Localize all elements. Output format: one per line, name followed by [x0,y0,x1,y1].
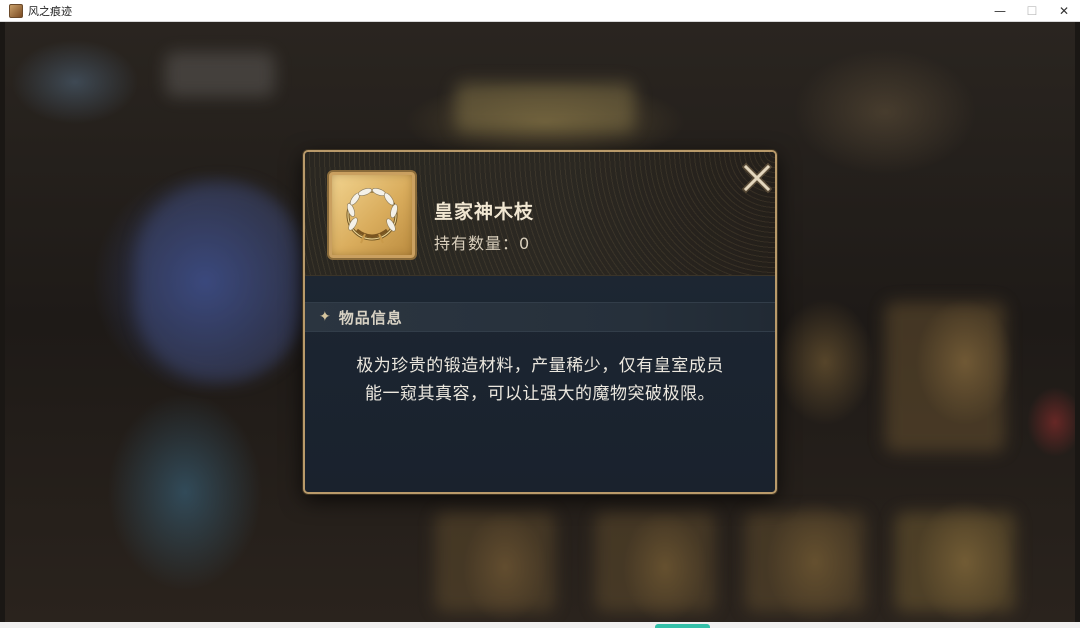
restore-button[interactable]: ☐ [1016,0,1048,22]
sparkle-icon: ✦ [319,309,331,325]
description-line: 极为珍贵的锻造材料，产量稀少，仅有皇室成员 [356,356,724,376]
background-character [135,182,305,382]
background-card [595,512,715,612]
window-titlebar: 风之痕迹 — ☐ ✕ [0,0,1080,22]
section-title: 物品信息 [338,308,403,327]
window-controls: — ☐ ✕ [984,0,1080,22]
close-window-button[interactable]: ✕ [1048,0,1080,22]
dialog-header: 皇家神木枝 持有数量：0 [305,152,775,276]
item-icon-frame [327,170,417,260]
window-title: 风之痕迹 [28,4,72,18]
laurel-wreath-icon [346,188,398,244]
background-panel [165,52,275,97]
item-info-section-header: ✦ 物品信息 [305,302,775,332]
item-description: 极为珍贵的锻造材料，产量稀少，仅有皇室成员 能一窥其真容，可以让强大的魔物突破极… [325,352,755,408]
description-line: 能一窥其真容，可以让强大的魔物突破极限。 [365,384,715,404]
background-card [435,512,555,612]
background-card [895,512,1015,612]
minimize-button[interactable]: — [984,0,1016,22]
background-card [745,512,865,612]
quantity-label: 持有数量： [434,234,520,253]
app-icon [9,3,23,18]
item-quantity: 持有数量：0 [434,230,530,254]
background-card [885,302,1005,452]
quantity-value: 0 [519,234,531,253]
close-dialog-button[interactable] [741,162,773,194]
taskbar-indicator [655,624,710,628]
background-panel [455,82,635,132]
item-info-dialog: 皇家神木枝 持有数量：0 ✦ 物品信息 极为珍贵的锻造材料，产量稀少，仅有皇室成… [303,150,777,494]
item-name: 皇家神木枝 [434,201,535,223]
close-x-icon [741,162,773,194]
taskbar-strip [0,622,1080,628]
